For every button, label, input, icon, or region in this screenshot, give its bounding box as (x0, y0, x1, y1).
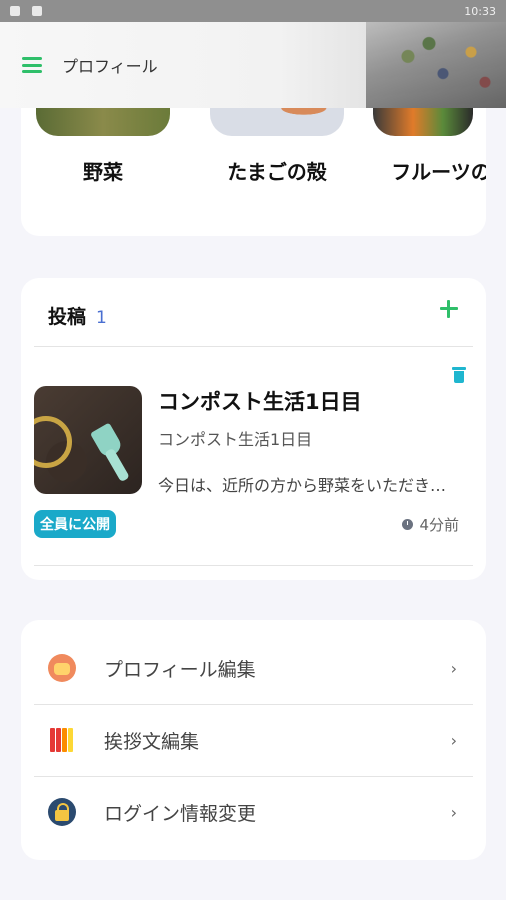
header-image (366, 22, 506, 108)
chevron-right-icon: › (450, 802, 457, 822)
category-label: 野菜 (83, 160, 123, 184)
settings-menu-card: プロフィール編集 › 挨拶文編集 › ログイン情報変更 › (21, 620, 486, 860)
visibility-badge: 全員に公開 (34, 510, 116, 538)
status-time: 10:33 (464, 4, 496, 18)
profile-icon (48, 654, 76, 682)
category-item-vegetable[interactable]: 野菜 (33, 108, 173, 185)
category-item-fruit[interactable]: フルーツの (371, 108, 486, 185)
chevron-right-icon: › (450, 658, 457, 678)
status-bar: 10:33 (0, 0, 506, 22)
menu-item-label: プロフィール編集 (104, 658, 256, 681)
divider (34, 565, 473, 566)
post-thumbnail (34, 386, 142, 494)
post-subtitle: コンポスト生活1日目 (158, 430, 313, 449)
category-card: 野菜 たまごの殻 フルーツの (21, 108, 486, 236)
category-image-eggshell (210, 108, 344, 136)
hamburger-menu-icon[interactable] (22, 57, 42, 73)
category-label: フルーツの (391, 160, 486, 184)
category-image-vegetable (36, 108, 170, 136)
menu-item-label: ログイン情報変更 (104, 802, 257, 825)
menu-item-label: 挨拶文編集 (104, 730, 200, 753)
lock-icon (48, 798, 76, 826)
posts-count: 1 (96, 308, 107, 328)
download-icon (32, 6, 42, 16)
add-post-icon[interactable] (440, 300, 458, 318)
chevron-right-icon: › (450, 730, 457, 750)
trash-icon[interactable] (452, 367, 466, 383)
books-icon (48, 726, 76, 754)
clock-icon (402, 519, 414, 530)
post-title: コンポスト生活1日目 (158, 390, 362, 414)
category-label: たまごの殻 (227, 160, 327, 184)
menu-item-edit-profile[interactable]: プロフィール編集 › (34, 632, 473, 704)
post-time: 4分前 (402, 514, 459, 535)
page-title: プロフィール (62, 57, 158, 76)
category-image-fruit (373, 108, 473, 136)
divider (34, 346, 473, 347)
posts-title: 投稿 (48, 306, 87, 328)
notification-icon (10, 6, 20, 16)
posts-header: 投稿 1 (48, 302, 107, 329)
app-bar: プロフィール (0, 22, 506, 108)
post-time-label: 4分前 (419, 516, 459, 534)
menu-item-edit-greeting[interactable]: 挨拶文編集 › (34, 704, 473, 776)
menu-item-login-info[interactable]: ログイン情報変更 › (34, 776, 473, 848)
category-item-eggshell[interactable]: たまごの殻 (207, 108, 347, 185)
posts-card: 投稿 1 コンポスト生活1日目 コンポスト生活1日目 今日は、近所の方から野菜を… (21, 278, 486, 580)
post-excerpt: 今日は、近所の方から野菜をいただきました (158, 476, 460, 495)
